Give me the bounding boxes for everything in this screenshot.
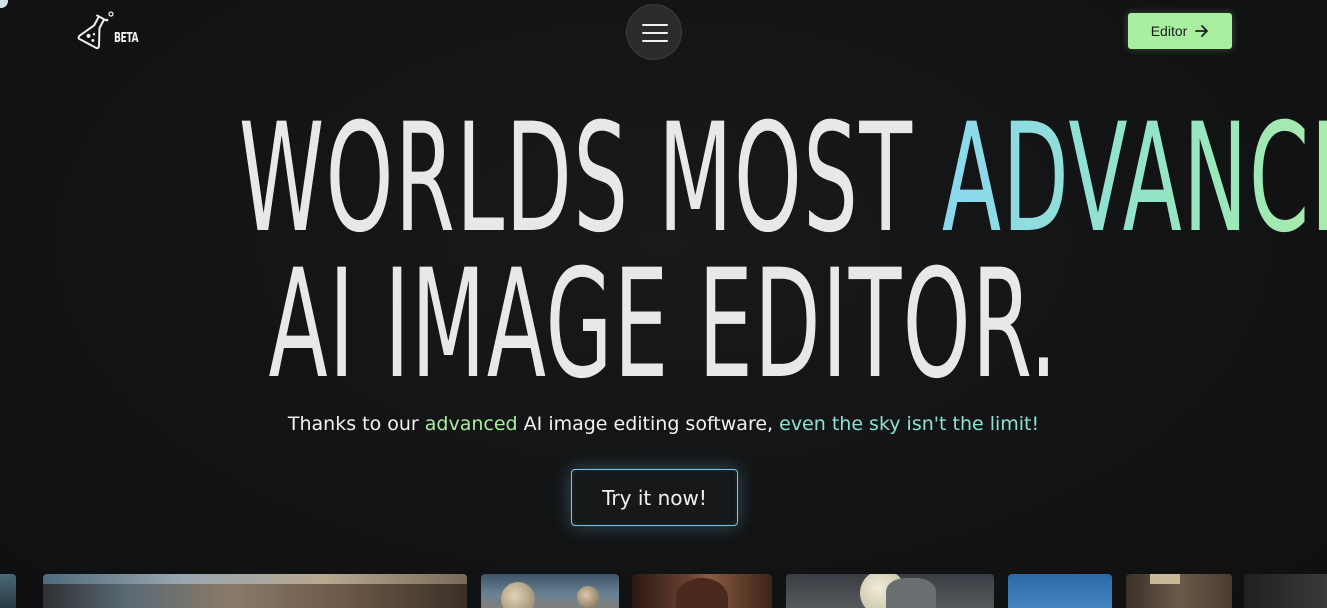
logo[interactable]: BETA <box>74 10 154 52</box>
try-it-now-button[interactable]: Try it now! <box>571 469 738 526</box>
gallery-image-detail <box>1150 574 1180 584</box>
subtitle-part-2: AI image editing software, <box>523 413 774 435</box>
gallery-image[interactable] <box>43 574 467 608</box>
arrow-right-icon <box>1195 25 1209 37</box>
corner-dot <box>0 0 8 8</box>
hero-headline: WORLDS MOST ADVANCED AI IMAGE EDITOR. <box>0 104 1327 412</box>
editor-button[interactable]: Editor <box>1128 13 1232 49</box>
logo-badge: BETA <box>114 31 139 46</box>
headline-line-1: WORLDS MOST ADVANCED <box>239 104 1327 254</box>
gallery-image[interactable] <box>1126 574 1232 608</box>
subtitle-accent-1: advanced <box>424 413 518 435</box>
gallery-image-detail <box>886 578 936 608</box>
flask-icon <box>77 11 114 50</box>
gallery-image-detail <box>501 582 535 608</box>
cta-label: Try it now! <box>602 485 707 510</box>
menu-button[interactable] <box>626 4 682 60</box>
gallery-image[interactable] <box>1244 574 1327 608</box>
editor-button-label: Editor <box>1150 23 1188 39</box>
hamburger-icon-line-middle <box>642 32 668 34</box>
hero-subtitle: Thanks to our advanced AI image editing … <box>0 413 1327 435</box>
subtitle-part-1: Thanks to our <box>287 413 419 435</box>
gallery-image[interactable] <box>481 574 619 608</box>
gallery-image[interactable] <box>0 574 16 608</box>
subtitle-accent-2: even the sky isn't the limit! <box>779 413 1040 435</box>
hamburger-icon-line-bottom <box>642 40 668 42</box>
landing-page: BETA Editor WORLDS MOST ADVANCED AI IMAG… <box>0 0 1327 608</box>
headline-line-2: AI IMAGE EDITOR. <box>268 238 1059 412</box>
gallery-image-detail <box>676 578 728 608</box>
image-gallery <box>0 574 1327 608</box>
gallery-image[interactable] <box>1008 574 1112 608</box>
hamburger-icon-line-top <box>642 24 668 26</box>
gallery-image[interactable] <box>632 574 772 608</box>
gallery-image[interactable] <box>786 574 994 608</box>
gallery-image-detail <box>43 574 467 584</box>
gallery-image-detail <box>577 586 599 608</box>
